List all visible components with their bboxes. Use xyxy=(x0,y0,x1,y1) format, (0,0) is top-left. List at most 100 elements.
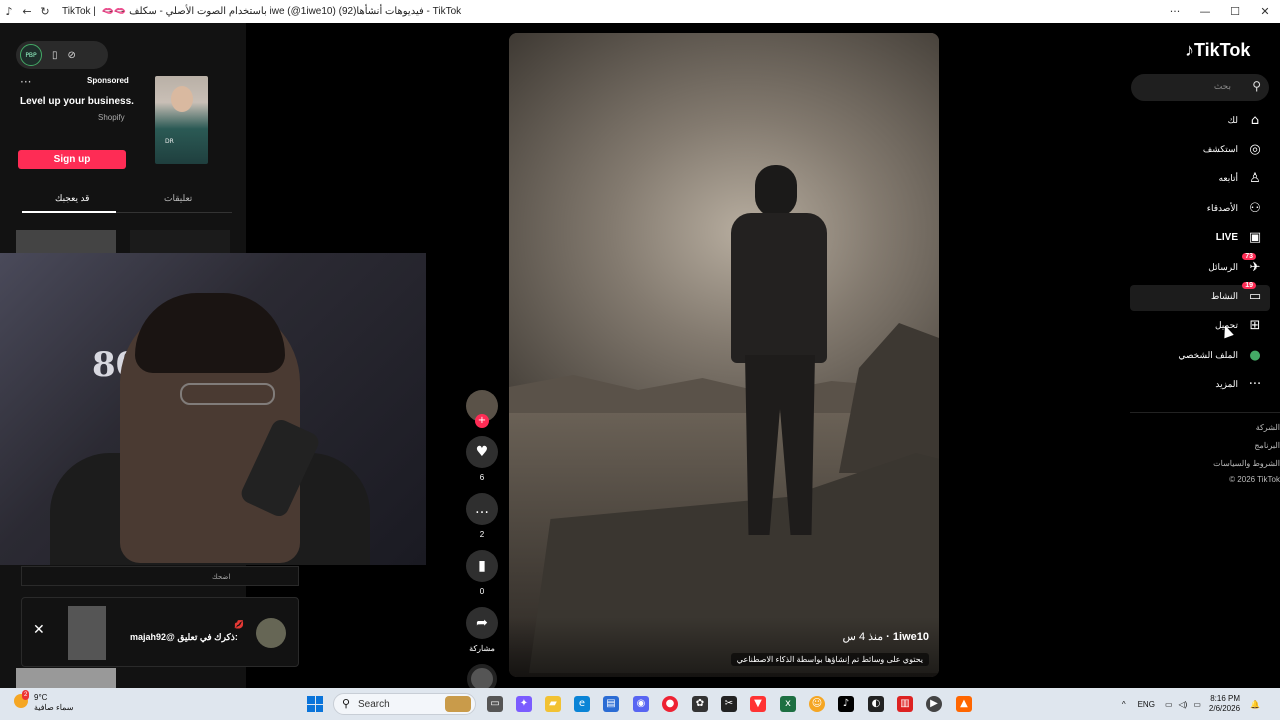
sidebar-item-upload[interactable]: تحميل ⊞ xyxy=(1130,314,1270,340)
activity-badge: 19 xyxy=(1242,282,1256,289)
sidebar-item-following[interactable]: أتابعه ♙ xyxy=(1130,167,1270,193)
window-title: TikTok | ‎ 🫦🫦 باستخدام الصوت الأصلي - سك… xyxy=(62,6,462,17)
weather-widget[interactable]: 2 9°C سماء صافية xyxy=(14,690,74,713)
sidebar-item-label: النشاط xyxy=(1210,291,1238,301)
tab-comments[interactable]: تعليقات xyxy=(164,193,192,204)
sidebar-item-foryou[interactable]: لك ⌂ xyxy=(1130,109,1270,135)
tiktok-logo[interactable]: ♪TikTok xyxy=(1185,40,1250,61)
phone-icon[interactable]: ▯ xyxy=(52,50,58,61)
app-icon[interactable]: ☺ xyxy=(809,696,825,712)
tiktok-note-icon: ♪ xyxy=(1185,40,1194,60)
obs-icon[interactable]: ◐ xyxy=(868,696,884,712)
app-red-icon[interactable]: ▥ xyxy=(897,696,913,712)
battery-icon[interactable]: ▭ xyxy=(1193,700,1201,709)
ad-brand[interactable]: Shopify xyxy=(98,113,125,122)
figure-head xyxy=(755,165,797,217)
follow-plus-button[interactable]: + xyxy=(475,414,489,428)
minimize-button[interactable]: — xyxy=(1190,0,1220,23)
notification-video-thumb[interactable] xyxy=(68,606,106,660)
footer-link-terms[interactable]: الشروط والسياسات xyxy=(1213,459,1280,468)
share-button[interactable]: ➦ xyxy=(466,607,498,639)
chrome-icon[interactable]: ● xyxy=(662,696,678,712)
video-bottom-gradient xyxy=(509,617,939,677)
compass-small-icon[interactable]: ⊘ xyxy=(68,50,76,61)
sidebar-item-messages[interactable]: الرسائل ✈ 73 xyxy=(1130,253,1270,282)
footer-link-program[interactable]: البرنامج xyxy=(1254,441,1280,450)
task-view-icon[interactable]: ▭ xyxy=(487,696,503,712)
language-indicator[interactable]: ENG xyxy=(1138,700,1155,709)
close-window-button[interactable]: ✕ xyxy=(1250,0,1280,23)
taskbar-search[interactable]: ⚲ Search xyxy=(333,693,476,715)
start-button[interactable] xyxy=(307,696,323,712)
tab-you-may-like[interactable]: قد يعجبك xyxy=(55,193,89,204)
media-player-icon[interactable]: ▶ xyxy=(926,696,942,712)
reload-icon[interactable]: ↻ xyxy=(36,5,54,18)
discord-icon[interactable]: ◉ xyxy=(633,696,649,712)
video-author-line[interactable]: 1iwe10 · منذ 4 س xyxy=(842,630,929,643)
volume-icon[interactable]: ◁) xyxy=(1179,700,1188,709)
creator-avatar[interactable]: + xyxy=(466,390,498,428)
ad-title[interactable]: Level up your business. xyxy=(20,96,134,107)
video-player[interactable]: 1iwe10 · منذ 4 س يحتوي على وسائط تم إنشا… xyxy=(509,33,939,677)
weather-desc: سماء صافية xyxy=(34,703,74,712)
sidebar-item-label: الملف الشخصي xyxy=(1178,350,1238,360)
ad-thumb-text: DR xyxy=(165,138,174,145)
sidebar-item-live[interactable]: LIVE ▣ xyxy=(1130,226,1270,252)
video-username[interactable]: 1iwe10 xyxy=(893,631,929,643)
list-item[interactable]: اضحك xyxy=(21,566,299,586)
brave-icon[interactable]: ▼ xyxy=(750,696,766,712)
comment-button[interactable]: … xyxy=(466,493,498,525)
tiktok-taskbar-icon[interactable]: ♪ xyxy=(838,696,854,712)
ad-thumbnail[interactable]: DR xyxy=(155,76,208,164)
separator: · xyxy=(883,631,893,643)
store-icon[interactable]: ▤ xyxy=(603,696,619,712)
sidebar-item-profile[interactable]: الملف الشخصي ● xyxy=(1130,344,1270,370)
video-masked-figure xyxy=(723,165,833,545)
chevron-up-icon[interactable]: ^ xyxy=(1122,700,1126,709)
clock-date: 2/6/2026 xyxy=(1208,704,1241,713)
lips-emoji-icon: 💋 xyxy=(234,620,244,629)
footer-link-company[interactable]: الشركة xyxy=(1256,423,1280,432)
mention-notification-toast[interactable]: ✕ majah92@ ذكرك في تعليق: 💋 xyxy=(21,597,299,667)
sidebar-item-label: الأصدقاء xyxy=(1206,203,1238,213)
sidebar-item-explore[interactable]: استكشف ◎ xyxy=(1130,138,1270,164)
weather-temp: 9°C xyxy=(34,693,48,702)
taskbar-search-label: Search xyxy=(358,699,390,710)
bookmark-icon: ▮ xyxy=(478,558,486,574)
network-icon[interactable]: ▭ xyxy=(1165,700,1173,709)
live-icon: ▣ xyxy=(1248,230,1262,245)
sidebar-item-activity[interactable]: النشاط ▭ 19 xyxy=(1130,282,1270,311)
capcut-icon[interactable]: ✂ xyxy=(721,696,737,712)
more-options-icon[interactable]: ··· xyxy=(1160,0,1190,23)
ad-more-icon[interactable]: ··· xyxy=(20,75,31,89)
friends-icon: ⚇ xyxy=(1249,201,1261,216)
profile-avatar-icon: ● xyxy=(1249,348,1261,363)
sidebar-item-label: المزيد xyxy=(1215,379,1238,389)
save-button[interactable]: ▮ xyxy=(466,550,498,582)
system-tray: ^ ENG ▭ ◁) ▭ 8:16 PM 2/6/2026 🔔 xyxy=(1122,688,1260,720)
suggested-video-thumb[interactable] xyxy=(16,668,116,688)
signup-button[interactable]: Sign up xyxy=(18,150,126,169)
clock[interactable]: 8:16 PM 2/6/2026 xyxy=(1209,694,1240,714)
share-label: مشاركة xyxy=(469,644,495,653)
top-pill-controls: PBP ▯ ⊘ xyxy=(16,41,108,69)
ad-person-face xyxy=(171,86,193,112)
excel-icon[interactable]: x xyxy=(780,696,796,712)
close-icon[interactable]: ✕ xyxy=(33,622,45,638)
maximize-button[interactable]: ☐ xyxy=(1220,0,1250,23)
user-avatar[interactable]: PBP xyxy=(20,44,42,66)
search-input[interactable]: بحث ⚲ xyxy=(1131,74,1269,101)
chatgpt-icon[interactable]: ✿ xyxy=(692,696,708,712)
vlc-icon[interactable]: ▲ xyxy=(956,696,972,712)
sidebar-item-more[interactable]: المزيد ··· xyxy=(1130,373,1270,399)
copilot-icon[interactable]: ✦ xyxy=(516,696,532,712)
comment-count: 2 xyxy=(479,530,485,539)
search-icon[interactable]: ⚲ xyxy=(1252,79,1261,93)
back-arrow-icon[interactable]: ← xyxy=(18,5,36,18)
notification-avatar[interactable] xyxy=(256,618,286,648)
notification-bell-icon[interactable]: 🔔 xyxy=(1250,700,1260,709)
sidebar-item-friends[interactable]: الأصدقاء ⚇ xyxy=(1130,197,1270,223)
file-explorer-icon[interactable]: ▰ xyxy=(545,696,561,712)
edge-icon[interactable]: e xyxy=(574,696,590,712)
like-button[interactable]: ♥ xyxy=(466,436,498,468)
